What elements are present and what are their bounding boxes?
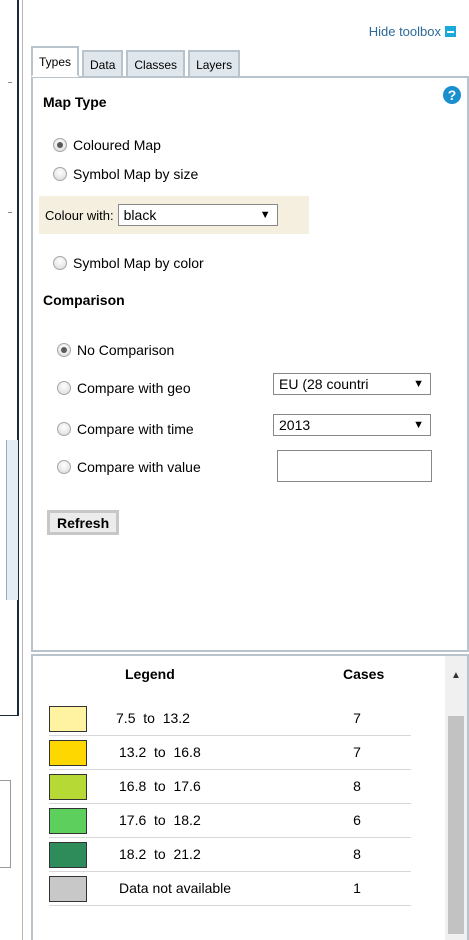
legend-swatch	[49, 774, 87, 800]
map-type-heading: Map Type	[43, 94, 107, 110]
legend-count: 8	[353, 778, 361, 794]
radio-no-comparison[interactable]	[57, 343, 71, 357]
radio-compare-value[interactable]	[57, 460, 71, 474]
tab-data[interactable]: Data	[82, 50, 124, 77]
legend-count: 8	[353, 846, 361, 862]
refresh-button[interactable]: Refresh	[47, 510, 120, 535]
tab-classes[interactable]: Classes	[126, 50, 186, 77]
option-compare-value[interactable]: Compare with value	[57, 459, 201, 475]
tab-layers[interactable]: Layers	[188, 50, 241, 77]
legend-panel: Legend Cases 7.5 to 13.2 7 13.2 to 16.8 …	[31, 654, 469, 940]
option-label: Compare with geo	[77, 380, 191, 396]
help-icon[interactable]: ?	[443, 86, 461, 104]
colour-with-select[interactable]: black ▼	[117, 204, 278, 226]
triangle-down-icon: ▼	[413, 378, 424, 390]
cases-header: Cases	[343, 666, 385, 682]
option-symbol-map-size[interactable]: Symbol Map by size	[53, 166, 198, 182]
radio-compare-time[interactable]	[57, 422, 71, 436]
compare-geo-select[interactable]: EU (28 countri ▼	[273, 373, 431, 395]
tab-types[interactable]: Types	[31, 46, 80, 77]
legend-label: 17.6 to 18.2	[119, 812, 201, 828]
radio-symbol-map-color[interactable]	[53, 256, 67, 270]
radio-compare-geo[interactable]	[57, 381, 71, 395]
legend-count: 7	[353, 744, 361, 760]
option-label: Compare with time	[77, 421, 194, 437]
comparison-heading: Comparison	[43, 292, 125, 308]
option-no-comparison[interactable]: No Comparison	[57, 342, 174, 358]
option-label: Compare with value	[77, 459, 201, 475]
hide-toolbox-link[interactable]: Hide toolbox	[369, 24, 456, 39]
map-sea-area	[6, 440, 18, 600]
map-frame-edge	[0, 0, 19, 716]
legend-row: 16.8 to 17.6 8	[49, 770, 411, 804]
legend-swatch	[49, 842, 87, 868]
map-tick	[8, 82, 12, 83]
legend-swatch	[49, 876, 87, 902]
option-compare-time[interactable]: Compare with time	[57, 421, 194, 437]
minus-box-icon	[445, 26, 456, 37]
hide-toolbox-label: Hide toolbox	[368, 24, 441, 39]
toolbox: Hide toolbox Types Data Classes Layers M…	[22, 0, 469, 940]
legend-row: 17.6 to 18.2 6	[49, 804, 411, 838]
legend-row: Data not available 1	[49, 872, 411, 906]
legend-row: 13.2 to 16.8 7	[49, 736, 411, 770]
map-tick	[8, 212, 12, 213]
triangle-up-icon[interactable]: ▲	[445, 664, 467, 686]
compare-time-select[interactable]: 2013 ▼	[273, 414, 431, 436]
legend-label: 16.8 to 17.6	[119, 778, 201, 794]
tab-bar: Types Data Classes Layers	[31, 46, 243, 77]
legend-row: 7.5 to 13.2 7	[49, 702, 411, 736]
colour-with-row: Colour with: black ▼	[39, 196, 309, 234]
option-label: Symbol Map by size	[73, 166, 199, 182]
option-label: No Comparison	[77, 342, 175, 358]
radio-coloured-map[interactable]	[53, 138, 67, 152]
legend-label: 13.2 to 16.8	[119, 744, 201, 760]
compare-value-input[interactable]	[277, 450, 432, 482]
radio-symbol-map-size[interactable]	[53, 167, 67, 181]
legend-swatch	[49, 740, 87, 766]
option-label: Coloured Map	[73, 137, 161, 153]
option-symbol-map-color[interactable]: Symbol Map by color	[53, 255, 204, 271]
legend-swatch	[49, 706, 87, 732]
types-panel: Map Type ? Coloured Map Symbol Map by si…	[31, 76, 469, 652]
option-compare-geo[interactable]: Compare with geo	[57, 380, 191, 396]
legend-header: Legend	[125, 666, 175, 682]
triangle-down-icon: ▼	[259, 209, 271, 221]
legend-scrollbar[interactable]: ▲	[445, 656, 467, 940]
legend-row: 18.2 to 21.2 8	[49, 838, 411, 872]
colour-with-value: black	[123, 207, 157, 223]
legend-count: 7	[353, 710, 361, 726]
legend-count: 1	[353, 880, 361, 896]
triangle-down-icon: ▼	[413, 419, 424, 431]
legend-swatch	[49, 808, 87, 834]
colour-with-label: Colour with:	[45, 207, 114, 223]
legend-label: 18.2 to 21.2	[119, 846, 201, 862]
map-side-box	[0, 780, 11, 868]
legend-label: Data not available	[119, 880, 232, 896]
option-label: Symbol Map by color	[73, 255, 204, 271]
scrollbar-thumb[interactable]	[448, 716, 464, 934]
legend-label: 7.5 to 13.2	[116, 710, 190, 726]
compare-geo-value: EU (28 countri	[279, 376, 369, 392]
compare-time-value: 2013	[279, 417, 311, 433]
option-coloured-map[interactable]: Coloured Map	[53, 137, 161, 153]
legend-count: 6	[353, 812, 361, 828]
